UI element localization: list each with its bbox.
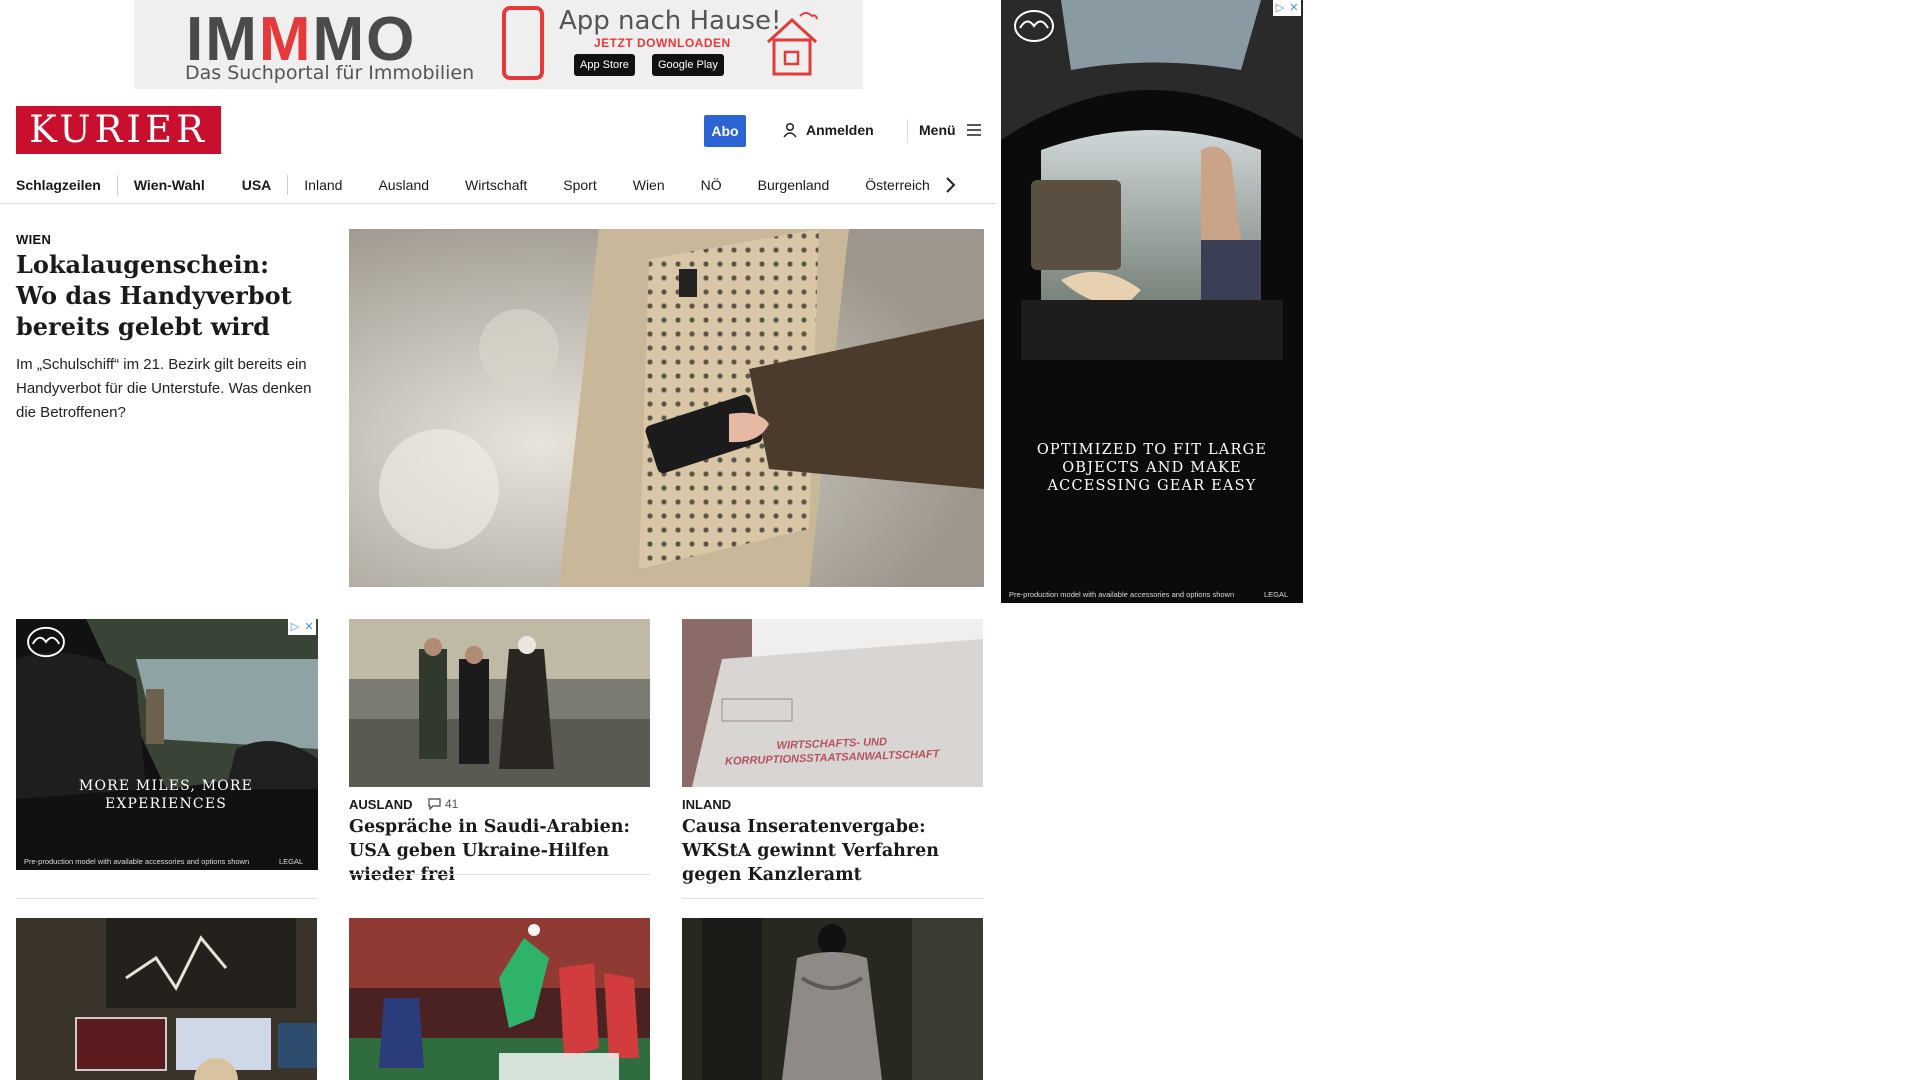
ad-info-icon[interactable]: ▷: [288, 619, 302, 635]
mazda-logo-icon: [1014, 10, 1054, 42]
card-image-wksta[interactable]: WIRTSCHAFTS- UND KORRUPTIONSSTAATSANWALT…: [682, 619, 983, 787]
side-ad-image: [1001, 0, 1303, 603]
nav-item-schlagzeilen[interactable]: Schlagzeilen: [16, 177, 101, 193]
inline-ad-disclaimer: Pre-production model with available acce…: [24, 857, 250, 866]
inline-ad-legal[interactable]: LEGAL: [279, 857, 303, 866]
nav-item-ausland[interactable]: Ausland: [378, 177, 429, 193]
card-image-fashion[interactable]: [682, 918, 983, 1080]
header-divider: [907, 119, 908, 143]
card-image-saudi[interactable]: [349, 619, 650, 787]
side-ad-legal[interactable]: LEGAL: [1264, 590, 1288, 599]
phone-icon: [502, 6, 544, 80]
house-icon: [766, 12, 818, 76]
nav-item-inland[interactable]: Inland: [304, 177, 342, 193]
nav-item-wien[interactable]: Wien: [633, 177, 665, 193]
card-headline-wksta[interactable]: Causa Inseratenvergabe: WKStA gewinnt Ve…: [682, 815, 983, 887]
ad-choices-badge[interactable]: ▷ ✕: [288, 619, 316, 635]
nav-item-burgenland[interactable]: Burgenland: [758, 177, 830, 193]
menu-button[interactable]: Menü: [919, 122, 982, 138]
inline-ad-copy: MORE MILES, MORE EXPERIENCES: [78, 778, 254, 812]
card-divider: [16, 898, 317, 899]
nav-item-sport[interactable]: Sport: [563, 177, 596, 193]
ad-info-icon[interactable]: ▷: [1273, 0, 1287, 16]
google-play-badge[interactable]: Google Play: [652, 54, 724, 76]
top-banner-ad[interactable]: IMMMO Das Suchportal für Immobilien App …: [134, 0, 863, 89]
lead-kicker: WIEN: [16, 232, 52, 247]
side-ad-copy: OPTIMIZED TO FIT LARGE OBJECTS AND MAKE …: [1036, 442, 1268, 494]
menu-label: Menü: [919, 122, 956, 138]
lead-headline[interactable]: Lokalaugenschein: Wo das Handyverbot ber…: [16, 249, 316, 342]
card-divider: [682, 898, 983, 899]
nav-divider: [287, 175, 289, 195]
ad-headline: App nach Hause!: [559, 6, 782, 36]
inline-ad-mazda[interactable]: ▷ ✕ MORE MILES, MORE EXPERIENCES Pre-prod…: [16, 619, 318, 870]
ad-close-icon[interactable]: ✕: [1287, 0, 1301, 16]
login-button[interactable]: Anmelden: [782, 122, 874, 138]
card-kicker-inland: INLAND: [682, 797, 732, 812]
comment-icon: [428, 798, 441, 810]
category-nav: Schlagzeilen Wien-Wahl USA Inland Auslan…: [0, 167, 996, 204]
ad-cta: JETZT DOWNLOADEN: [594, 36, 731, 50]
comment-count-value: 41: [445, 797, 459, 811]
nav-divider: [116, 175, 118, 195]
ad-choices-badge[interactable]: ▷ ✕: [1273, 0, 1301, 16]
login-label: Anmelden: [806, 122, 874, 138]
nav-item-wirtschaft[interactable]: Wirtschaft: [465, 177, 527, 193]
user-icon: [783, 122, 797, 138]
kurier-logo[interactable]: KURIER: [16, 106, 221, 154]
card-kicker-ausland: AUSLAND: [349, 797, 413, 812]
nav-item-noe[interactable]: NÖ: [701, 177, 722, 193]
card-image-football[interactable]: [349, 918, 650, 1080]
ad-tagline: Das Suchportal für Immobilien: [185, 62, 475, 84]
hamburger-icon: [966, 124, 981, 136]
chevron-right-icon[interactable]: [944, 176, 956, 194]
ad-close-icon[interactable]: ✕: [302, 619, 316, 635]
side-ad-disclaimer: Pre-production model with available acce…: [1009, 590, 1235, 599]
nav-item-oesterreich[interactable]: Österreich: [865, 177, 930, 193]
nav-item-wien-wahl[interactable]: Wien-Wahl: [134, 177, 205, 193]
nav-item-usa[interactable]: USA: [242, 177, 272, 193]
lead-teaser[interactable]: Im „Schulschiff“ im 21. Bezirk gilt bere…: [16, 353, 316, 425]
card-headline-saudi[interactable]: Gespräche in Saudi-Arabien: USA geben Uk…: [349, 815, 650, 887]
lead-image[interactable]: [349, 229, 984, 587]
card-divider: [349, 874, 650, 875]
side-ad-mazda[interactable]: ▷ ✕ OPTIMIZED TO FIT LARGE OBJECTS AND MA…: [1001, 0, 1303, 603]
abo-button[interactable]: Abo: [704, 115, 746, 147]
card-image-stock-exchange[interactable]: [16, 918, 317, 1080]
mazda-logo-icon: [27, 626, 65, 658]
comment-count[interactable]: 41: [428, 797, 458, 811]
app-store-badge[interactable]: App Store: [574, 54, 635, 76]
